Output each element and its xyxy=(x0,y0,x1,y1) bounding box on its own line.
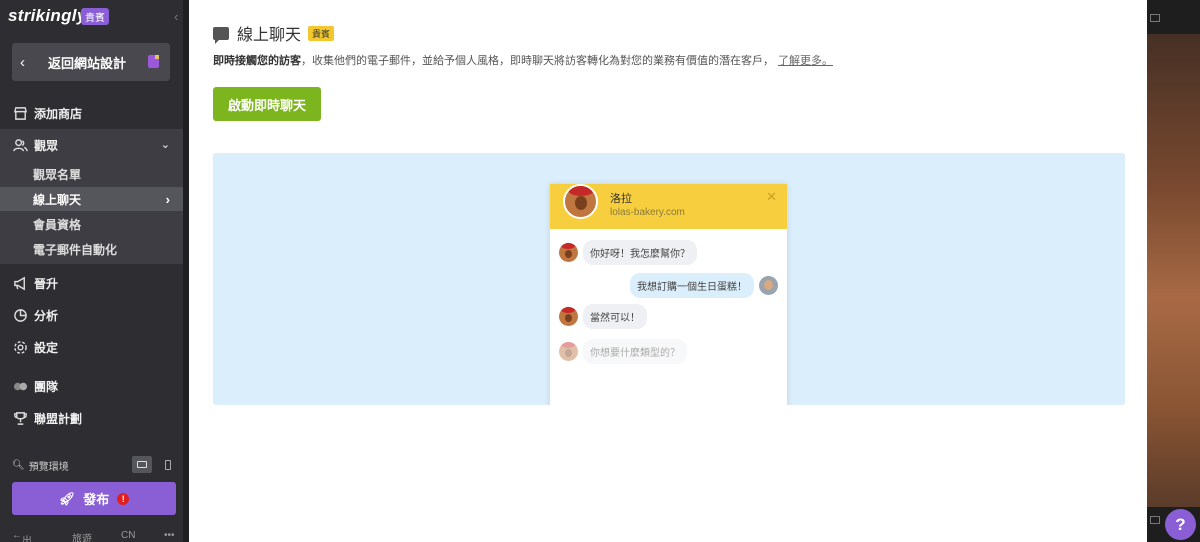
megaphone-icon xyxy=(12,275,28,291)
help-button[interactable]: ? xyxy=(1165,509,1196,540)
sidebar-footer: ← 出口 旅遊 CN ••• xyxy=(0,528,183,542)
page-description: 即時接觸您的訪客，收集他們的電子郵件，並給予個人風格，即時聊天將訪客轉化為對您的… xyxy=(213,52,833,68)
preview-label: 預覽環境 xyxy=(28,461,69,473)
sidebar-item-analytics[interactable]: 分析 xyxy=(0,299,183,331)
avatar xyxy=(559,243,578,262)
chat-message-agent: 當然可以！ xyxy=(559,304,647,329)
chat-demo-preview: 洛拉 lolas-bakery.com ✕ 你好呀！我怎麼幫你？ 我想訂購一個生… xyxy=(213,153,1125,405)
team-avatars-icon xyxy=(12,378,28,394)
avatar xyxy=(559,307,578,326)
chat-widget-mockup: 洛拉 lolas-bakery.com ✕ 你好呀！我怎麼幫你？ 我想訂購一個生… xyxy=(550,184,787,405)
logout-label: 出口 xyxy=(22,536,32,542)
store-icon xyxy=(12,105,28,121)
sidebar-item-label: 晉升 xyxy=(34,276,59,291)
chevron-down-icon: ⌄ xyxy=(160,139,170,151)
chevron-left-icon: ‹ xyxy=(20,53,25,71)
agent-site: lolas-bakery.com xyxy=(610,207,685,218)
message-bubble: 你想要什麼類型的？ xyxy=(583,339,687,364)
sidebar: strikingly 貴賓 ‹ 返回網站設計 添加商店 觀眾 ⌄ 觀眾名單 線上… xyxy=(0,0,183,542)
trophy-icon xyxy=(12,410,28,426)
sidebar-item-label: 分析 xyxy=(34,308,59,323)
vip-badge: 貴賓 xyxy=(81,8,109,25)
tour-link[interactable]: 旅遊 xyxy=(72,530,92,542)
chevron-right-icon: › xyxy=(165,191,170,207)
message-bubble: 當然可以！ xyxy=(583,304,647,329)
sidebar-item-label: 聯盟計劃 xyxy=(34,411,83,426)
description-body: ，收集他們的電子郵件，並給予個人風格，即時聊天將訪客轉化為對您的業務有價值的潛在… xyxy=(301,55,774,67)
submenu-item-audience-list[interactable]: 觀眾名單 xyxy=(0,162,183,186)
preview-environment-row: 🔍︎ 預覽環境 xyxy=(12,456,175,474)
audience-submenu: 觀眾名單 線上聊天 › 會員資格 電子郵件自動化 xyxy=(0,160,183,264)
search-icon: 🔍︎ xyxy=(12,459,25,471)
rocket-icon: 🚀︎ xyxy=(58,490,76,506)
sidebar-edge xyxy=(183,0,189,542)
submenu-item-email-automation[interactable]: 電子郵件自動化 xyxy=(0,237,183,261)
learn-more-link[interactable]: 了解更多。 xyxy=(778,55,833,67)
gear-icon xyxy=(12,339,28,355)
site-page-icon xyxy=(148,55,159,68)
sidebar-item-team[interactable]: 團隊 xyxy=(0,370,183,402)
chat-message-agent: 你好呀！我怎麼幫你？ xyxy=(559,240,697,265)
back-to-site-design-button[interactable]: ‹ 返回網站設計 xyxy=(12,43,170,81)
sidebar-item-label: 團隊 xyxy=(34,379,59,394)
avatar xyxy=(759,276,778,295)
sidebar-item-label: 觀眾 xyxy=(34,138,59,153)
mobile-icon xyxy=(165,459,171,470)
image-icon xyxy=(1150,14,1160,22)
start-live-chat-button[interactable]: 啟動即時聊天 xyxy=(213,87,321,121)
logout-link[interactable]: ← 出口 xyxy=(12,530,32,542)
people-icon xyxy=(12,137,28,153)
chat-message-agent: 你想要什麼類型的？ xyxy=(559,339,687,364)
more-menu-icon[interactable]: ••• xyxy=(164,530,175,541)
submenu-item-label: 線上聊天 xyxy=(33,192,82,207)
message-bubble: 你好呀！我怎麼幫你？ xyxy=(583,240,697,265)
site-preview-strip xyxy=(1147,0,1200,542)
sidebar-item-store[interactable]: 添加商店 xyxy=(0,97,183,129)
alert-badge: ! xyxy=(117,492,130,505)
avatar xyxy=(559,342,578,361)
submenu-item-live-chat[interactable]: 線上聊天 › xyxy=(0,187,183,211)
page-title: 線上聊天 xyxy=(237,27,302,44)
sidebar-item-growth[interactable]: 晉升 xyxy=(0,267,183,299)
agent-name: 洛拉 xyxy=(610,193,632,205)
chat-header: 洛拉 lolas-bakery.com ✕ xyxy=(550,184,787,229)
page-header: 線上聊天 貴賓 xyxy=(213,21,335,45)
sidebar-item-label: 添加商店 xyxy=(34,106,83,121)
language-link[interactable]: CN xyxy=(121,530,135,541)
agent-avatar xyxy=(563,184,598,219)
description-lead: 即時接觸您的訪客 xyxy=(213,55,301,67)
strikingly-logo[interactable]: strikingly xyxy=(8,6,87,26)
sidebar-item-settings[interactable]: 設定 xyxy=(0,331,183,363)
sidebar-item-label: 設定 xyxy=(34,340,59,355)
vip-badge: 貴賓 xyxy=(308,25,335,41)
desktop-icon xyxy=(137,461,147,468)
publish-button[interactable]: 🚀︎ 發布 ! xyxy=(12,482,176,515)
submenu-item-membership[interactable]: 會員資格 xyxy=(0,212,183,236)
chat-message-user: 我想訂購一個生日蛋糕！ xyxy=(630,273,778,298)
collapse-sidebar-icon[interactable]: ‹ xyxy=(174,9,178,24)
message-bubble: 我想訂購一個生日蛋糕！ xyxy=(630,273,754,298)
publish-label: 發布 xyxy=(83,492,110,507)
image-icon xyxy=(1150,516,1160,524)
pie-chart-icon xyxy=(12,307,28,323)
sidebar-item-affiliate[interactable]: 聯盟計劃 xyxy=(0,402,183,434)
back-button-label: 返回網站設計 xyxy=(48,55,127,71)
sidebar-item-audience[interactable]: 觀眾 ⌄ xyxy=(0,129,183,161)
mobile-preview-button[interactable] xyxy=(158,456,178,473)
chat-bubble-icon xyxy=(213,26,229,44)
close-icon: ✕ xyxy=(766,189,777,204)
desktop-preview-button[interactable] xyxy=(132,456,152,473)
